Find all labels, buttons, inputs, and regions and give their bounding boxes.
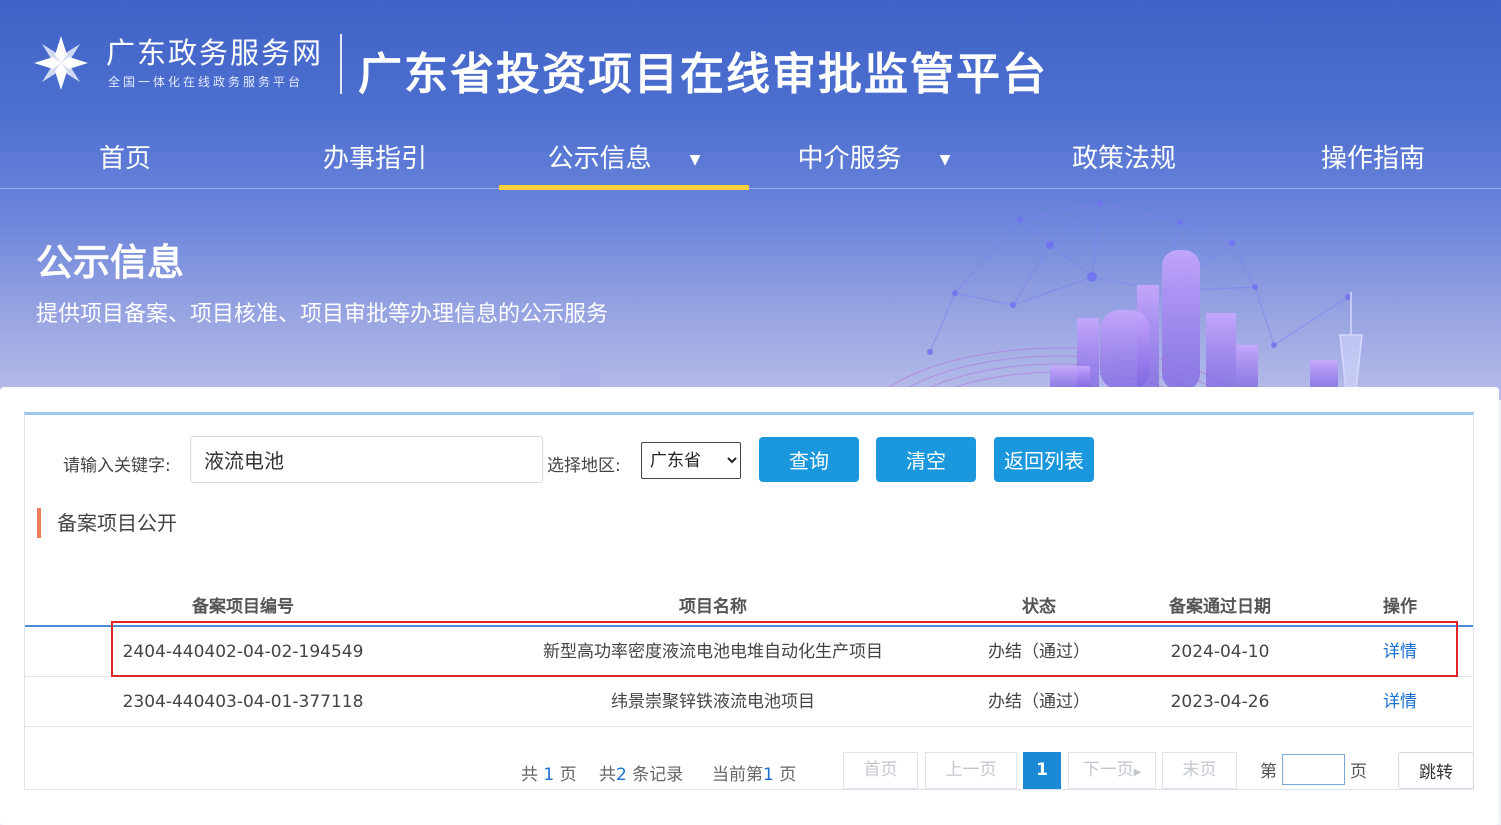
- list-title: 备案项目公开: [37, 508, 177, 538]
- platform-title: 广东省投资项目在线审批监管平台: [358, 49, 1048, 100]
- prev-page-button[interactable]: 上一页: [925, 752, 1017, 789]
- content-card: 请输入关键字: 选择地区: 广东省 查询 清空 返回列表 备案项目公开 备案项目…: [0, 387, 1499, 825]
- next-page-label: 下一页: [1082, 760, 1134, 780]
- project-status: 办结（通过）: [988, 692, 1090, 712]
- project-code: 2304-440403-04-01-377118: [122, 692, 364, 712]
- column-header-date: 备案通过日期: [1169, 597, 1271, 617]
- page-count-info: 共 1 页: [521, 760, 577, 785]
- current-page: 1: [763, 765, 774, 785]
- nav-item-public-info[interactable]: 公示信息 ▼: [499, 130, 749, 190]
- project-date: 2024-04-10: [1170, 642, 1270, 662]
- project-name: 纬景崇聚锌铁液流电池项目: [611, 692, 815, 712]
- text-suffix: 页: [559, 765, 577, 785]
- back-to-list-button[interactable]: 返回列表: [994, 437, 1094, 482]
- jump-prefix: 第: [1260, 762, 1277, 782]
- first-page-button[interactable]: 首页: [843, 752, 918, 789]
- page-subtitle: 提供项目备案、项目核准、项目审批等办理信息的公示服务: [36, 302, 609, 327]
- record-count-info: 共2 条记录: [599, 760, 683, 785]
- text-prefix: 当前第: [712, 765, 763, 785]
- nav-item-label: 操作指南: [1320, 144, 1425, 174]
- query-button[interactable]: 查询: [759, 437, 859, 482]
- nav-item-manual[interactable]: 操作指南: [1248, 130, 1498, 189]
- table-row: 2404-440402-04-02-194549 新型高功率密度液流电池电堆自动…: [25, 627, 1473, 677]
- brand-divider: [340, 34, 342, 94]
- total-pages: 1: [543, 765, 555, 785]
- column-header-status: 状态: [1022, 597, 1056, 617]
- text-suffix: 条记录: [632, 765, 684, 785]
- next-page-button[interactable]: 下一页▶: [1068, 752, 1156, 789]
- nav-item-guide[interactable]: 办事指引: [250, 130, 500, 189]
- nav-item-label: 公示信息: [547, 144, 652, 174]
- brand-name: 广东政务服务网: [106, 36, 324, 70]
- text-suffix: 页: [779, 765, 797, 785]
- jump-page-input[interactable]: [1282, 754, 1345, 785]
- nav-item-home[interactable]: 首页: [0, 130, 250, 189]
- nav-item-label: 首页: [98, 144, 151, 174]
- column-header-name: 项目名称: [679, 597, 747, 617]
- detail-link[interactable]: 详情: [1370, 627, 1430, 677]
- region-label: 选择地区:: [547, 456, 621, 476]
- page-title: 公示信息: [36, 241, 184, 284]
- guangdong-logo-icon: [34, 36, 88, 90]
- text-prefix: 共: [521, 765, 538, 785]
- nav-item-label: 政策法规: [1071, 144, 1176, 174]
- main-nav: 首页 办事指引 公示信息 ▼ 中介服务 ▼ 政策法规 操作指南: [0, 130, 1501, 190]
- keyword-input[interactable]: [190, 436, 543, 483]
- nav-item-policy[interactable]: 政策法规: [999, 130, 1249, 189]
- region-select[interactable]: 广东省: [641, 442, 741, 479]
- column-header-action: 操作: [1383, 597, 1417, 617]
- jump-suffix: 页: [1350, 762, 1367, 782]
- header-banner: 广东政务服务网 全国一体化在线政务服务平台 广东省投资项目在线审批监管平台 首页…: [0, 0, 1501, 400]
- nav-item-agency-service[interactable]: 中介服务 ▼: [749, 130, 999, 189]
- text-prefix: 共: [599, 765, 616, 785]
- project-status: 办结（通过）: [988, 642, 1090, 662]
- caret-down-icon: ▼: [689, 151, 701, 168]
- jump-button[interactable]: 跳转: [1398, 752, 1474, 789]
- search-results-panel: 请输入关键字: 选择地区: 广东省 查询 清空 返回列表 备案项目公开 备案项目…: [24, 412, 1474, 790]
- current-page-info: 当前第1 页: [712, 760, 796, 785]
- triangle-right-icon: ▶: [1133, 767, 1142, 778]
- detail-link[interactable]: 详情: [1370, 677, 1430, 727]
- project-code: 2404-440402-04-02-194549: [122, 642, 364, 662]
- table-row: 2304-440403-04-01-377118 纬景崇聚锌铁液流电池项目 办结…: [25, 677, 1473, 727]
- page-number-button[interactable]: 1: [1023, 752, 1061, 789]
- caret-down-icon: ▼: [939, 151, 951, 168]
- clear-button[interactable]: 清空: [876, 437, 976, 482]
- total-records: 2: [616, 765, 627, 785]
- nav-item-label: 中介服务: [797, 144, 902, 174]
- brand-subtitle: 全国一体化在线政务服务平台: [108, 75, 304, 89]
- nav-item-label: 办事指引: [322, 144, 427, 174]
- project-date: 2023-04-26: [1170, 692, 1270, 712]
- keyword-label: 请输入关键字:: [63, 456, 171, 476]
- column-header-code: 备案项目编号: [192, 597, 294, 617]
- last-page-button[interactable]: 末页: [1162, 752, 1237, 789]
- project-name: 新型高功率密度液流电池电堆自动化生产项目: [543, 642, 883, 662]
